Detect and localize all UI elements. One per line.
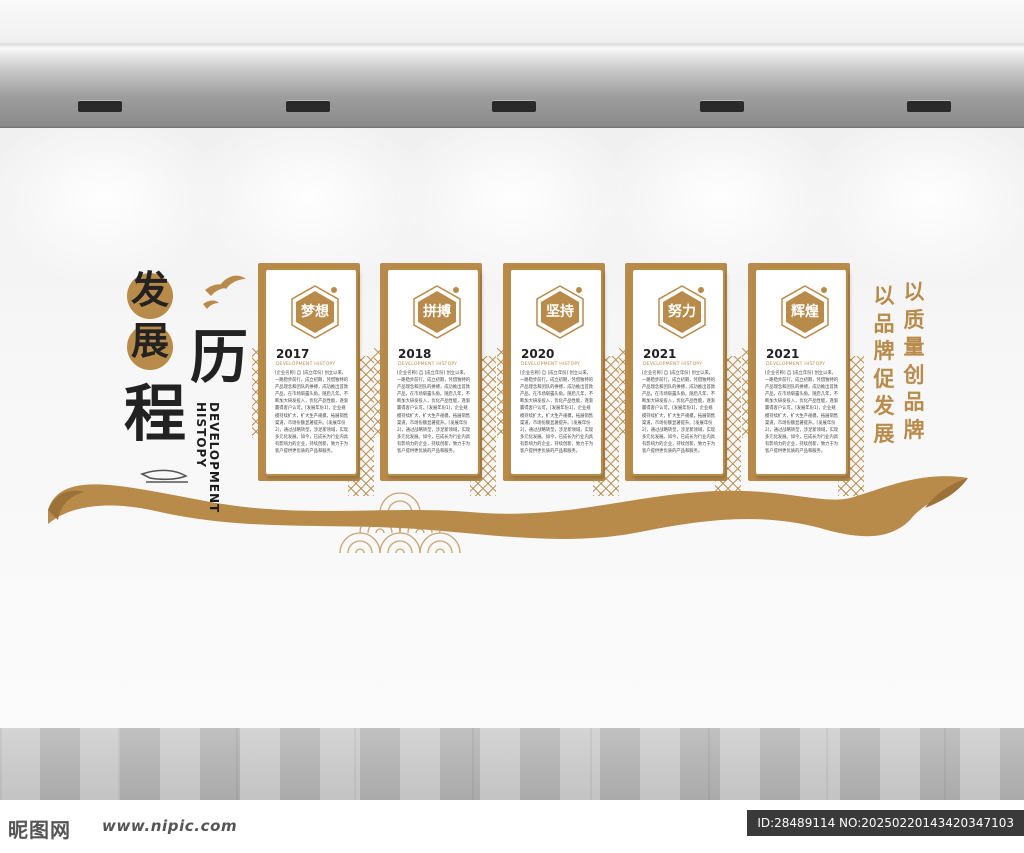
- flying-birds: [203, 275, 246, 309]
- slogan-column-left: 以品牌促发展: [873, 284, 895, 446]
- badge-label: 辉煌: [791, 304, 819, 320]
- panel-year: 2017: [276, 347, 310, 361]
- badge-label: 努力: [668, 304, 696, 320]
- panel-body-text: [企业名称] 自 [成立年份] 创立以来，一路稳步前行。成立初期，凭借独特的产品…: [520, 371, 594, 455]
- title-char-cheng: 程: [124, 377, 187, 450]
- panel-subtitle: DEVELOPMENT HISTOPY: [766, 362, 826, 367]
- watermark-url[interactable]: www.nipic.com: [102, 817, 237, 835]
- panel-subtitle: DEVELOPMENT HISTOPY: [398, 362, 458, 367]
- panel-year: 2020: [521, 347, 555, 361]
- panel-subtitle: DEVELOPMENT HISTOPY: [643, 362, 703, 367]
- history-panel: 努力 2021 DEVELOPMENT HISTOPY [企业名称] 自 [成立年份]…: [631, 268, 725, 476]
- panel-year: 2018: [398, 347, 432, 361]
- hexagon-badge: 拼搏: [411, 284, 463, 340]
- history-panel: 坚持 2020 DEVELOPMENT HISTOPY [企业名称] 自 [成立年份]…: [509, 268, 603, 476]
- slogan-column-right: 以质量创品牌: [903, 280, 925, 442]
- watermark-logo: 昵图网: [8, 818, 71, 842]
- badge-label: 拼搏: [423, 304, 451, 320]
- history-panel: 梦想 2017 DEVELOPMENT HISTOPY [企业名称] 自 [成立年份]…: [264, 268, 358, 476]
- badge-label: 坚持: [546, 304, 574, 320]
- cloud-swirl-decoration: [139, 469, 188, 483]
- title-char-zhan: 展: [131, 319, 170, 363]
- title-char-li: 历: [190, 323, 249, 391]
- ribbon-body: [48, 476, 968, 539]
- panel-year: 2021: [643, 347, 677, 361]
- panel-subtitle: DEVELOPMENT HISTOPY: [276, 362, 336, 367]
- title-char-fa: 发: [131, 268, 170, 312]
- hexagon-badge: 辉煌: [779, 284, 831, 340]
- history-panel: 辉煌 2021 DEVELOPMENT HISTOPY [企业名称] 自 [成立年份]…: [754, 268, 848, 476]
- title-english-vertical: DEVELOPMENT HISTOPY: [194, 402, 221, 514]
- hexagon-badge: 努力: [656, 284, 708, 340]
- hexagon-badge: 梦想: [289, 284, 341, 340]
- hexagon-badge: 坚持: [534, 284, 586, 340]
- panel-subtitle: DEVELOPMENT HISTOPY: [521, 362, 581, 367]
- panel-year: 2021: [766, 347, 800, 361]
- history-panel: 拼搏 2018 DEVELOPMENT HISTOPY [企业名称] 自 [成立年份]…: [386, 268, 480, 476]
- watermark-id-label: ID:28489114 NO:20250220143420347103: [747, 810, 1024, 836]
- panel-body-text: [企业名称] 自 [成立年份] 创立以来，一路稳步前行。成立初期，凭借独特的产品…: [275, 371, 349, 455]
- panel-body-text: [企业名称] 自 [成立年份] 创立以来，一路稳步前行。成立初期，凭借独特的产品…: [765, 371, 839, 455]
- panel-body-text: [企业名称] 自 [成立年份] 创立以来，一路稳步前行。成立初期，凭借独特的产品…: [397, 371, 471, 455]
- badge-label: 梦想: [301, 304, 329, 320]
- panel-body-text: [企业名称] 自 [成立年份] 创立以来，一路稳步前行。成立初期，凭借独特的产品…: [642, 371, 716, 455]
